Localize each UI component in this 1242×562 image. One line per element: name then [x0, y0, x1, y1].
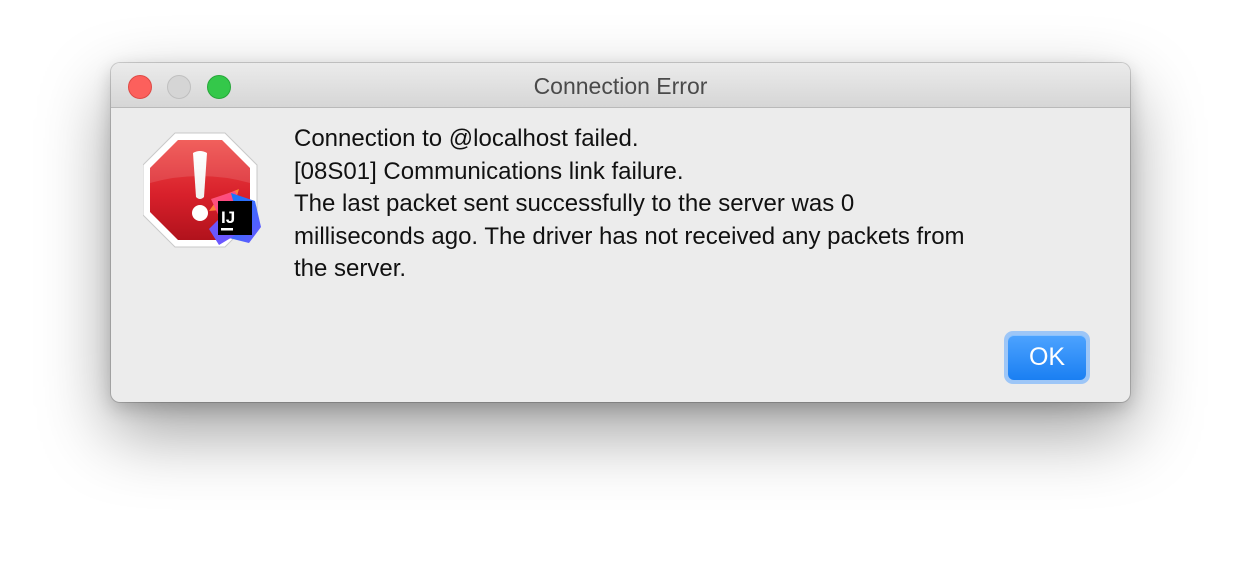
- error-message: Connection to @localhost failed. [08S01]…: [294, 123, 1094, 286]
- message-line: [08S01] Communications link failure.: [294, 157, 684, 185]
- message-line: The last packet sent successfully to the…: [294, 190, 855, 217]
- ok-button[interactable]: OK: [1004, 331, 1090, 384]
- connection-error-dialog: Connection Error IJ Connection to @local…: [111, 63, 1130, 402]
- message-line: the server.: [294, 255, 407, 282]
- message-line: milliseconds ago. The driver has not rec…: [294, 222, 965, 250]
- app-badge-text: IJ: [221, 208, 235, 227]
- title-bar: Connection Error: [111, 63, 1130, 108]
- screen: Connection Error IJ Connection to @local…: [0, 0, 1242, 562]
- intellij-idea-icon: IJ: [209, 189, 261, 245]
- window-title: Connection Error: [533, 73, 708, 99]
- message-line: Connection to @localhost failed.: [294, 125, 639, 152]
- ok-button-label[interactable]: OK: [1008, 335, 1086, 380]
- alert-icon-group: IJ: [142, 131, 265, 255]
